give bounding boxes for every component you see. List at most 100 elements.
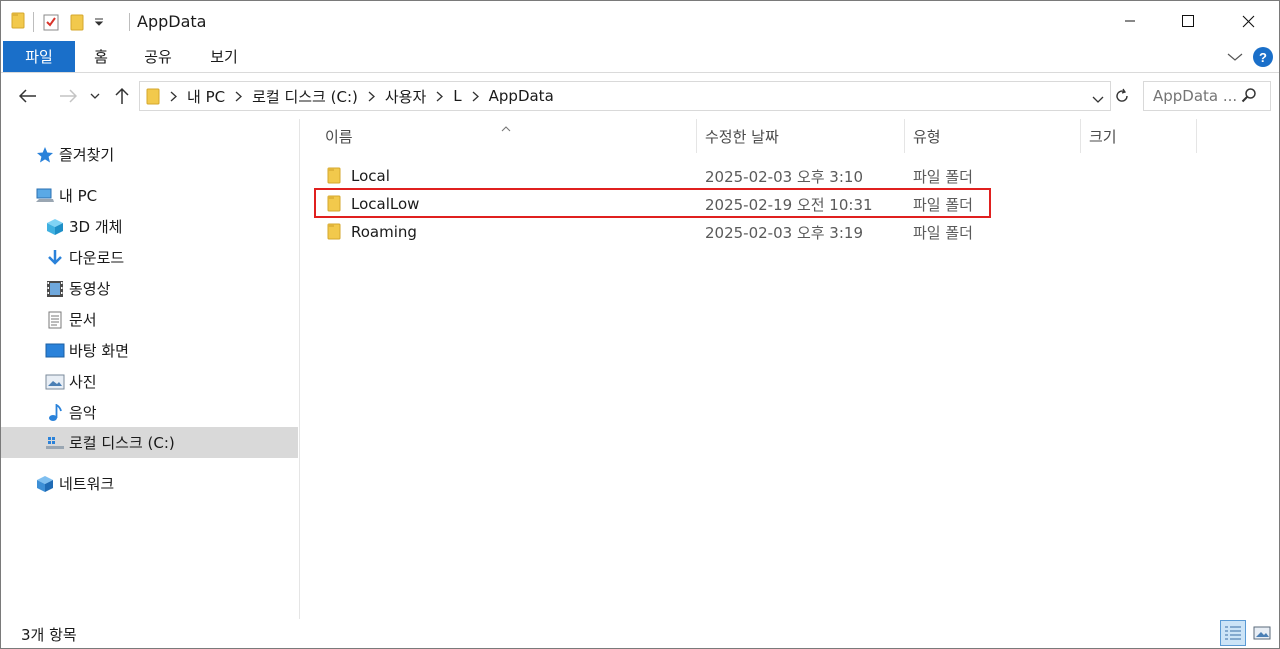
tab-share[interactable]: 공유 (133, 41, 183, 72)
music-icon (45, 403, 65, 423)
qat-dropdown-icon[interactable] (94, 17, 104, 27)
column-header-type[interactable]: 유형 (913, 119, 941, 153)
breadcrumb-this-pc[interactable]: 내 PC (187, 86, 225, 107)
title-separator (129, 13, 130, 31)
sidebar-item-label: 네트워크 (59, 475, 115, 493)
sidebar-item-network[interactable]: 네트워크 (1, 468, 298, 499)
sidebar-item-pictures[interactable]: 사진 (1, 366, 298, 397)
expand-ribbon-icon[interactable] (1227, 52, 1243, 62)
details-view-icon (1225, 626, 1241, 640)
close-button[interactable] (1219, 1, 1277, 41)
sidebar-item-videos[interactable]: 동영상 (1, 273, 298, 304)
forward-button[interactable] (55, 83, 81, 109)
recent-locations-button[interactable] (87, 83, 103, 109)
title-bar: AppData (1, 1, 1279, 41)
ribbon-controls: ? (1227, 46, 1273, 68)
chevron-right-icon[interactable] (235, 91, 243, 102)
sidebar-item-downloads[interactable]: 다운로드 (1, 242, 298, 273)
qat-separator (33, 12, 34, 32)
sidebar-item-label: 3D 개체 (69, 218, 123, 236)
folder-icon (327, 195, 341, 213)
file-date: 2025-02-03 오후 3:19 (705, 223, 863, 242)
videos-icon (45, 279, 65, 299)
sidebar-item-label: 바탕 화면 (69, 342, 129, 360)
close-icon (1242, 15, 1254, 27)
folder-icon (11, 11, 25, 33)
table-row[interactable]: LocalLow 2025-02-19 오전 10:31 파일 폴더 (313, 190, 991, 218)
column-separator[interactable] (1196, 119, 1197, 153)
back-button[interactable] (15, 83, 41, 109)
navigation-pane: 즐겨찾기 내 PC 3D 개체 다운로드 동영상 문서 바탕 화면 사진 음악 … (1, 119, 299, 619)
large-icons-view-icon (1253, 626, 1271, 640)
quick-access-toolbar (11, 10, 104, 34)
sidebar-item-documents[interactable]: 문서 (1, 304, 298, 335)
tab-view[interactable]: 보기 (201, 41, 247, 72)
pane-divider[interactable] (299, 119, 300, 619)
table-row[interactable]: Local 2025-02-03 오후 3:10 파일 폴더 (313, 162, 991, 190)
file-type: 파일 폴더 (913, 167, 973, 186)
refresh-icon (1116, 88, 1128, 102)
folder-icon (327, 167, 341, 185)
column-separator[interactable] (1080, 119, 1081, 153)
up-button[interactable] (111, 83, 133, 109)
item-count: 3개 항목 (21, 626, 77, 644)
back-arrow-icon (19, 89, 36, 103)
chevron-right-icon[interactable] (368, 91, 375, 102)
ribbon-tabs: 파일 홈 공유 보기 ? (1, 41, 1279, 73)
status-bar: 3개 항목 (1, 619, 1279, 648)
drive-icon (45, 433, 65, 453)
sidebar-item-3d-objects[interactable]: 3D 개체 (1, 211, 298, 242)
sidebar-item-this-pc[interactable]: 내 PC (1, 180, 298, 211)
sidebar-item-label: 로컬 디스크 (C:) (69, 434, 175, 452)
details-view-button[interactable] (1220, 620, 1246, 646)
column-separator[interactable] (904, 119, 905, 153)
window-title: AppData (137, 12, 207, 31)
large-icons-view-button[interactable] (1249, 620, 1275, 646)
folder-icon (146, 87, 160, 105)
folder-icon (327, 223, 341, 241)
sidebar-item-label: 음악 (69, 404, 97, 422)
3d-objects-icon (45, 217, 65, 237)
address-dropdown-icon[interactable] (1092, 90, 1104, 108)
download-icon (45, 248, 65, 268)
maximize-icon (1182, 15, 1194, 27)
sidebar-item-label: 내 PC (59, 187, 98, 205)
breadcrumb-appdata[interactable]: AppData (489, 87, 554, 105)
pictures-icon (45, 372, 65, 392)
pc-icon (35, 186, 55, 206)
column-header-date[interactable]: 수정한 날짜 (705, 119, 779, 153)
column-header-size[interactable]: 크기 (1089, 119, 1117, 153)
breadcrumb-local-disk[interactable]: 로컬 디스크 (C:) (252, 86, 358, 107)
sidebar-item-label: 즐겨찾기 (59, 146, 115, 164)
up-arrow-icon (115, 87, 129, 104)
sidebar-item-local-disk[interactable]: 로컬 디스크 (C:) (1, 427, 298, 458)
sidebar-item-label: 다운로드 (69, 249, 125, 267)
chevron-right-icon[interactable] (472, 91, 479, 102)
new-folder-icon[interactable] (70, 13, 84, 31)
tab-file[interactable]: 파일 (3, 41, 75, 72)
chevron-right-icon[interactable] (436, 91, 444, 102)
sidebar-item-music[interactable]: 음악 (1, 397, 298, 428)
search-icon[interactable] (1241, 87, 1257, 107)
address-bar[interactable]: 내 PC 로컬 디스크 (C:) 사용자 L AppData (139, 81, 1111, 111)
chevron-right-icon[interactable] (170, 91, 177, 102)
column-header-name[interactable]: 이름 (325, 119, 353, 153)
column-separator[interactable] (696, 119, 697, 153)
minimize-icon (1125, 20, 1135, 22)
breadcrumb-user[interactable]: L (453, 87, 461, 105)
table-row[interactable]: Roaming 2025-02-03 오후 3:19 파일 폴더 (313, 218, 991, 246)
address-row: 내 PC 로컬 디스크 (C:) 사용자 L AppData (1, 73, 1279, 119)
properties-icon[interactable] (42, 13, 60, 31)
sidebar-item-quick-access[interactable]: 즐겨찾기 (1, 139, 298, 170)
sidebar-item-desktop[interactable]: 바탕 화면 (1, 335, 298, 366)
breadcrumb-users[interactable]: 사용자 (385, 86, 426, 107)
refresh-button[interactable] (1109, 81, 1135, 111)
help-icon[interactable]: ? (1253, 47, 1273, 67)
minimize-button[interactable] (1101, 1, 1159, 41)
maximize-button[interactable] (1159, 1, 1217, 41)
file-type: 파일 폴더 (913, 195, 973, 214)
tab-home[interactable]: 홈 (81, 41, 121, 72)
sidebar-item-label: 사진 (69, 373, 97, 391)
file-date: 2025-02-19 오전 10:31 (705, 195, 873, 214)
file-name: Local (351, 167, 390, 185)
